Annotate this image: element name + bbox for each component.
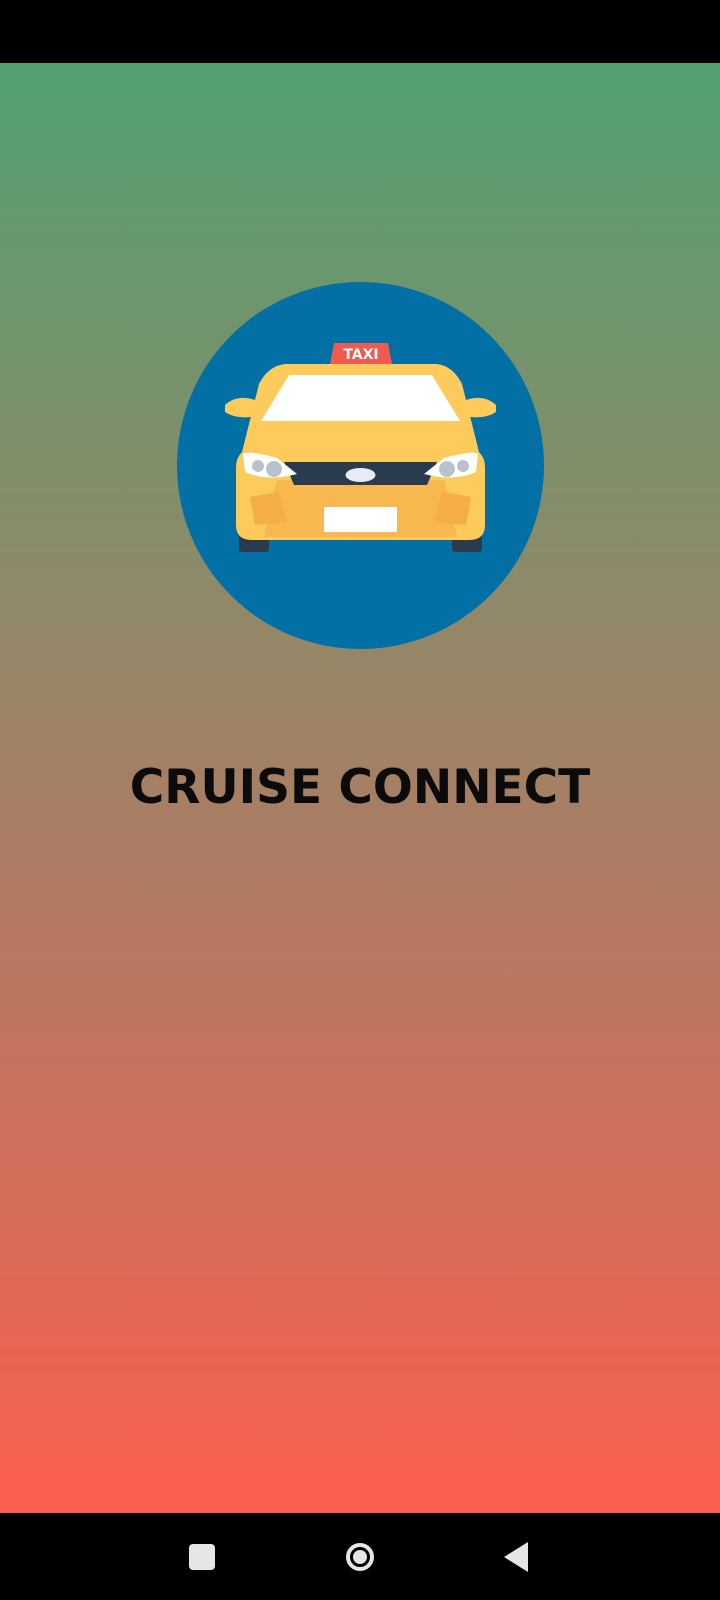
- status-bar: [0, 0, 720, 63]
- taxi-logo-icon: TAXI: [177, 282, 544, 649]
- square-icon: [189, 1544, 215, 1570]
- splash-background: TAXI CRUISE CONNECT: [0, 63, 720, 1513]
- back-button[interactable]: [492, 1533, 540, 1581]
- taxi-sign-text: TAXI: [343, 347, 378, 363]
- app-title: CRUISE CONNECT: [129, 760, 591, 815]
- home-button[interactable]: [336, 1533, 384, 1581]
- recent-apps-button[interactable]: [178, 1533, 226, 1581]
- navigation-bar: [0, 1513, 720, 1600]
- circle-icon: [346, 1543, 374, 1571]
- splash-screen: TAXI CRUISE CONNECT: [0, 0, 720, 1600]
- triangle-back-icon: [504, 1542, 528, 1572]
